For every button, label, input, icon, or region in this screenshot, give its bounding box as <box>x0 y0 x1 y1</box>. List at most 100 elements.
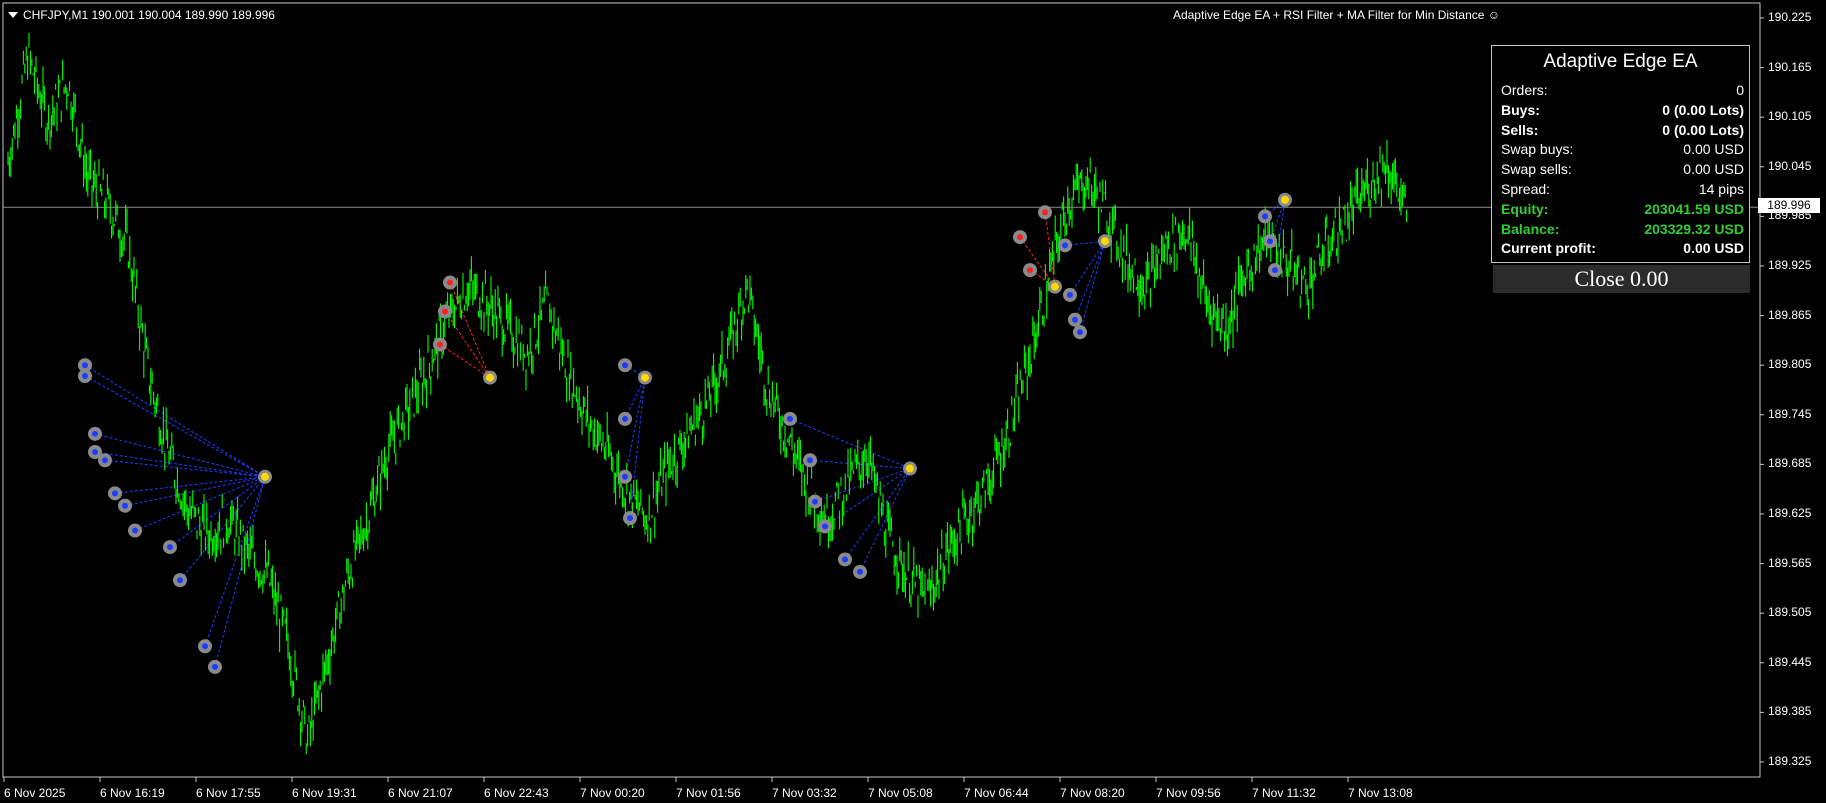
time-tick-label: 7 Nov 13:08 <box>1348 786 1413 800</box>
buy-trade-marker <box>1067 291 1073 298</box>
price-tick-label: 190.045 <box>1768 158 1812 173</box>
buy-trade-marker <box>82 362 88 369</box>
sell-trade-marker <box>1027 267 1033 274</box>
trade-link-line <box>809 459 911 470</box>
chart-window[interactable]: CHFJPY,M1 190.001 190.004 189.990 189.99… <box>0 0 1826 803</box>
chevron-down-icon[interactable] <box>8 12 18 18</box>
buy-trade-marker <box>92 430 98 437</box>
time-tick-label: 7 Nov 01:56 <box>676 786 741 800</box>
trade-link-line <box>84 375 266 478</box>
buy-trade-marker <box>112 490 118 497</box>
buy-trade-marker <box>202 643 208 650</box>
panel-row: Balance: 203329.32 USD <box>1501 219 1744 239</box>
price-tick-label: 189.685 <box>1768 456 1812 471</box>
panel-title: Adaptive Edge EA <box>1543 51 1698 72</box>
buy-trade-marker <box>622 473 628 480</box>
trade-link-line <box>104 459 266 478</box>
sell-trade-marker <box>1042 209 1048 216</box>
panel-row-label: Equity: <box>1501 200 1549 217</box>
panel-row-label: Balance: <box>1501 220 1560 237</box>
close-trade-marker <box>1281 195 1289 204</box>
buy-trade-marker <box>812 498 818 505</box>
buy-trade-marker <box>132 527 138 534</box>
panel-row-value: 203329.32 USD <box>1644 220 1744 237</box>
panel-row: Swap sells: 0.00 USD <box>1501 159 1744 179</box>
sell-trade-marker <box>442 308 448 315</box>
buy-trade-marker <box>1267 238 1273 245</box>
time-tick-label: 7 Nov 05:08 <box>868 786 933 800</box>
panel-row-label: Buys: <box>1501 101 1540 118</box>
trade-link-line <box>1079 241 1106 333</box>
trade-markers <box>78 192 1292 674</box>
panel-row: Current profit: 0.00 USD <box>1501 238 1744 258</box>
time-tick-label: 7 Nov 09:56 <box>1156 786 1221 800</box>
panel-row-label: Swap buys: <box>1501 141 1574 158</box>
buy-trade-marker <box>167 544 173 551</box>
buy-trade-marker <box>857 568 863 575</box>
panel-row: Swap buys: 0.00 USD <box>1501 139 1744 159</box>
buy-trade-marker <box>1272 267 1278 274</box>
price-tick-label: 189.565 <box>1768 555 1812 570</box>
close-trade-marker <box>641 373 649 382</box>
trade-link-line <box>444 311 491 378</box>
buy-trade-marker <box>92 449 98 455</box>
symbol-quote: CHFJPY,M1 190.001 190.004 189.990 189.99… <box>23 8 275 22</box>
price-tick-label: 190.165 <box>1768 59 1812 74</box>
time-tick-label: 6 Nov 2025 <box>4 786 66 800</box>
time-tick-label: 6 Nov 21:07 <box>388 786 453 800</box>
trade-link-line <box>84 364 266 478</box>
price-tick-label: 190.105 <box>1768 109 1812 124</box>
buy-trade-marker <box>822 523 828 530</box>
trade-link-line <box>114 476 266 494</box>
price-tick-label: 189.445 <box>1768 654 1812 669</box>
trade-link-line <box>439 344 491 379</box>
panel-row-value: 0.00 USD <box>1683 141 1744 158</box>
panel-row-label: Orders: <box>1501 82 1548 98</box>
panel-row-value: 203041.59 USD <box>1644 200 1744 217</box>
buy-trade-marker <box>1262 213 1268 220</box>
price-tick-label: 189.805 <box>1768 357 1812 372</box>
panel-row-value: 0.00 USD <box>1683 161 1744 178</box>
buy-trade-marker <box>622 362 628 369</box>
price-tick-label: 189.625 <box>1768 506 1812 520</box>
panel-row-label: Sells: <box>1501 121 1539 138</box>
close-trade-marker <box>261 472 269 481</box>
time-tick-label: 7 Nov 03:32 <box>772 786 837 800</box>
price-tick-label: 189.745 <box>1768 406 1812 421</box>
price-tick-label: 189.325 <box>1768 754 1812 768</box>
buy-trade-marker <box>842 556 848 563</box>
candle-bars <box>7 33 1408 755</box>
close-trade-marker <box>1051 282 1059 291</box>
panel-row-value: 0 (0.00 Lots) <box>1662 101 1744 118</box>
panel-row: Spread: 14 pips <box>1501 179 1744 199</box>
panel-row-value: 0 <box>1736 82 1744 98</box>
current-price-label: 189.996 <box>1758 198 1820 213</box>
price-tick-label: 189.385 <box>1768 704 1812 719</box>
panel-row-value: 0.00 USD <box>1683 240 1744 257</box>
buy-trade-marker <box>787 415 793 422</box>
panel-row-value: 14 pips <box>1698 181 1744 197</box>
buy-trade-marker <box>627 515 633 522</box>
trade-link-line <box>624 377 646 477</box>
expert-advisor-title[interactable]: Adaptive Edge EA + RSI Filter + MA Filte… <box>1173 8 1500 22</box>
time-tick-label: 7 Nov 08:20 <box>1060 786 1125 800</box>
ea-info-panel: Adaptive Edge EA Orders: 0 Buys: 0 (0.00 Lo… <box>1491 45 1750 263</box>
time-tick-label: 6 Nov 17:55 <box>196 786 261 800</box>
panel-row: Buys: 0 (0.00 Lots) <box>1501 100 1744 120</box>
buy-trade-marker <box>177 577 183 584</box>
trade-link-line <box>859 468 911 573</box>
time-tick-label: 6 Nov 19:31 <box>292 786 357 800</box>
price-tick-label: 189.505 <box>1768 605 1812 620</box>
buy-trade-marker <box>1072 316 1078 323</box>
symbol-info[interactable]: CHFJPY,M1 190.001 190.004 189.990 189.99… <box>8 8 275 22</box>
sell-trade-marker <box>447 279 453 286</box>
close-all-button[interactable]: Close 0.00 <box>1493 265 1750 293</box>
candle-series <box>7 33 1408 755</box>
panel-row-label: Swap sells: <box>1501 161 1572 178</box>
time-tick-label: 7 Nov 11:32 <box>1252 786 1316 800</box>
trade-link-line <box>204 476 266 647</box>
panel-row-label: Current profit: <box>1501 240 1596 257</box>
panel-row: Orders: 0 <box>1501 80 1744 100</box>
price-tick-label: 189.865 <box>1768 307 1812 322</box>
buy-trade-marker <box>1077 329 1083 336</box>
